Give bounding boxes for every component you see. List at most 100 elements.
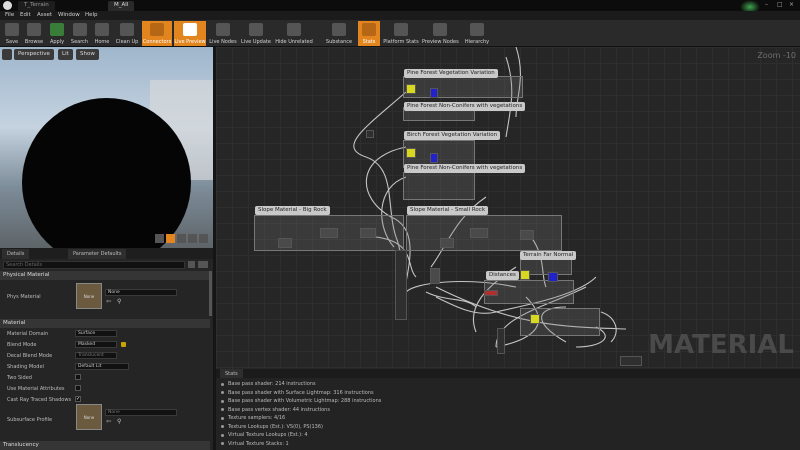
graph-node[interactable] <box>320 228 338 238</box>
phys-material-dropdown[interactable]: None <box>105 289 177 296</box>
platform-stats-button[interactable]: Platform Stats <box>382 21 420 46</box>
maximize-button[interactable]: □ <box>777 1 783 8</box>
graph-node[interactable] <box>366 130 374 138</box>
details-scrollbar[interactable] <box>209 271 212 316</box>
graph-node[interactable] <box>440 238 454 248</box>
bullet-icon <box>221 425 224 428</box>
stats-button[interactable]: Stats <box>358 21 380 46</box>
phys-material-label: Phys Material <box>7 294 41 300</box>
live-nodes-button[interactable]: Live Nodes <box>208 21 238 46</box>
tab-parameter-defaults[interactable]: Parameter Defaults <box>68 249 127 259</box>
connectors-button[interactable]: Connectors <box>142 21 172 46</box>
comment-box[interactable] <box>403 172 475 200</box>
graph-node[interactable] <box>520 230 534 240</box>
menu-asset[interactable]: Asset <box>37 12 52 18</box>
bullet-icon <box>221 399 224 403</box>
menu-edit[interactable]: Edit <box>20 12 31 18</box>
comment-box[interactable] <box>403 76 523 98</box>
tab-t-terrain[interactable]: T_Terrain <box>18 1 55 11</box>
details-search-input[interactable]: Search Details <box>3 261 185 269</box>
subsurface-browse-icon[interactable]: ⚲ <box>117 418 121 425</box>
stats-line: Virtual Texture Lookups (Est.): 4 <box>228 432 308 438</box>
menu-help[interactable]: Help <box>85 12 98 18</box>
comment-label[interactable]: Slope Material - Big Rock <box>255 206 330 215</box>
material-domain-dropdown[interactable]: Surface <box>75 330 117 337</box>
graph-node[interactable] <box>406 148 416 158</box>
graph-node[interactable] <box>548 272 558 282</box>
eye-icon[interactable] <box>198 261 208 268</box>
viewport-menu-icon[interactable] <box>2 49 12 60</box>
minimize-button[interactable]: – <box>765 1 768 8</box>
tab-details[interactable]: Details <box>2 249 30 259</box>
hide-unrelated-button[interactable]: Hide Unrelated <box>274 21 314 46</box>
category-material[interactable]: Material <box>0 319 210 328</box>
graph-node[interactable] <box>530 314 540 324</box>
graph-node[interactable] <box>520 270 530 280</box>
use-selected-arrow-icon[interactable]: ⇦ <box>106 298 111 305</box>
lit-button[interactable]: Lit <box>58 49 73 60</box>
comment-label[interactable]: Slope Material - Small Rock <box>407 206 489 215</box>
cube-preview-icon[interactable] <box>188 234 197 243</box>
use-material-attributes-checkbox[interactable] <box>75 385 81 391</box>
shading-model-dropdown[interactable]: Default Lit <box>75 363 129 370</box>
plane-preview-icon[interactable] <box>177 234 186 243</box>
grid-view-icon[interactable] <box>188 261 195 268</box>
live-preview-button[interactable]: Live Preview <box>174 21 206 46</box>
two-sided-checkbox[interactable] <box>75 374 81 380</box>
sphere-preview-icon[interactable] <box>166 234 175 243</box>
graph-node[interactable] <box>360 228 376 238</box>
browse-search-icon[interactable]: ⚲ <box>117 298 121 305</box>
phys-material-thumbnail[interactable]: None <box>76 283 102 309</box>
blend-mode-dropdown[interactable]: Masked <box>75 341 117 348</box>
search-button[interactable]: Search <box>69 21 90 46</box>
category-translucency[interactable]: Translucency <box>0 441 210 450</box>
tab-m-all[interactable]: M_All <box>108 1 135 11</box>
graph-node[interactable] <box>278 238 292 248</box>
browse-label: Browse <box>24 39 44 45</box>
menu-file[interactable]: File <box>5 12 14 18</box>
graph-node[interactable] <box>430 153 438 163</box>
hide-unrelated-label: Hide Unrelated <box>275 39 313 45</box>
comment-label[interactable]: Pine Forest Vegetation Variation <box>404 69 498 78</box>
graph-node[interactable] <box>406 84 416 94</box>
subsurface-use-selected-icon[interactable]: ⇦ <box>106 418 111 425</box>
reset-to-default-icon[interactable] <box>121 342 126 347</box>
graph-node[interactable] <box>430 88 438 98</box>
graph-node[interactable] <box>430 268 440 284</box>
show-button[interactable]: Show <box>76 49 99 60</box>
subsurface-profile-thumbnail[interactable]: None <box>76 404 102 430</box>
comment-label[interactable]: Pine Forest Non-Conifers with vegetation… <box>404 164 526 173</box>
substance-button[interactable]: Substance <box>324 21 354 46</box>
apply-button[interactable]: Apply <box>47 21 67 46</box>
subsurface-profile-dropdown[interactable]: None <box>105 409 177 416</box>
graph-node[interactable] <box>470 228 488 238</box>
use-material-attributes-label: Use Material Attributes <box>7 386 65 392</box>
perspective-button[interactable]: Perspective <box>14 49 54 60</box>
menu-window[interactable]: Window <box>58 12 80 18</box>
graph-node[interactable] <box>484 290 498 296</box>
comment-label[interactable]: Terrain Far Normal <box>520 251 577 260</box>
app-logo-icon <box>3 1 12 10</box>
home-button[interactable]: Home <box>92 21 112 46</box>
graph-node[interactable] <box>620 356 642 366</box>
comment-label[interactable]: Distances <box>486 271 519 280</box>
live-preview-label: Live Preview <box>174 39 206 45</box>
category-physical-material[interactable]: Physical Material <box>0 271 210 280</box>
cast-ray-traced-shadows-checkbox[interactable]: ✓ <box>75 396 81 402</box>
graph-node[interactable] <box>497 328 505 354</box>
graph-node[interactable] <box>395 250 407 320</box>
preview-nodes-button[interactable]: Preview Nodes <box>422 21 459 46</box>
browse-button[interactable]: Browse <box>23 21 45 46</box>
search-label: Search <box>70 39 89 45</box>
save-button[interactable]: Save <box>2 21 22 46</box>
mesh-preview-icon[interactable] <box>199 234 208 243</box>
comment-label[interactable]: Birch Forest Vegetation Variation <box>404 131 501 140</box>
cylinder-preview-icon[interactable] <box>155 234 164 243</box>
close-button[interactable]: × <box>789 1 794 8</box>
comment-label[interactable]: Pine Forest Non-Conifers with vegetation… <box>404 102 526 111</box>
hierarchy-button[interactable]: Hierarchy <box>462 21 492 46</box>
stats-line: Texture samplers: 4/16 <box>228 415 286 421</box>
title-bar: T_Terrain M_All <box>0 0 800 11</box>
clean-up-button[interactable]: Clean Up <box>114 21 140 46</box>
live-update-button[interactable]: Live Update <box>240 21 272 46</box>
